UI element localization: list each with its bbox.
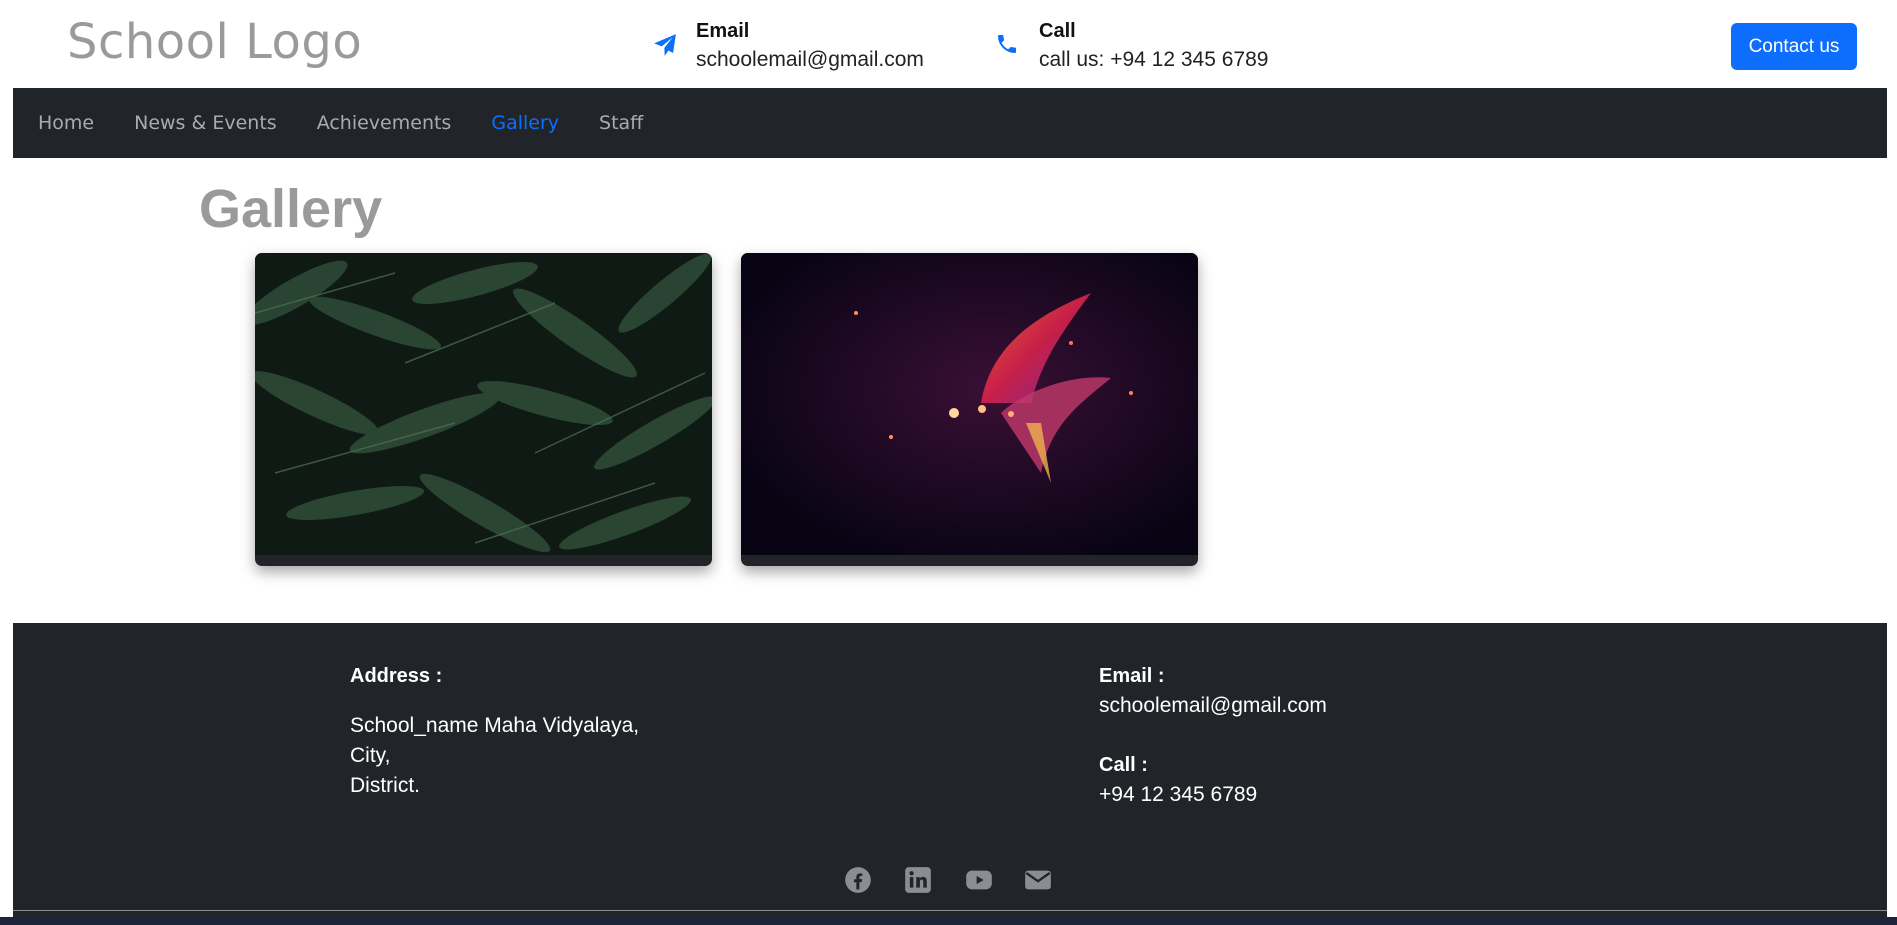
nav-item-gallery[interactable]: Gallery xyxy=(491,112,559,134)
header-email-block: Email schoolemail@gmail.com xyxy=(652,18,924,76)
header-email-title: Email xyxy=(696,20,750,42)
gallery-card-ferns[interactable] xyxy=(255,253,712,566)
header-call-block: Call call us: +94 12 345 6789 xyxy=(995,18,1268,76)
school-logo[interactable]: School Logo xyxy=(67,14,362,70)
site-footer: Address : School_name Maha Vidyalaya, Ci… xyxy=(13,623,1887,925)
footer-call-value: +94 12 345 6789 xyxy=(1099,783,1258,806)
facebook-icon[interactable] xyxy=(844,866,872,894)
social-links xyxy=(844,866,1052,894)
footer-address-label: Address : xyxy=(350,665,443,687)
nav-item-news-events[interactable]: News & Events xyxy=(134,112,277,134)
footer-email-label: Email : xyxy=(1099,665,1165,687)
footer-address-line3: District. xyxy=(350,774,420,797)
footer-divider xyxy=(13,910,1887,911)
gallery-card-abstract[interactable] xyxy=(741,253,1198,566)
header-call-title: Call xyxy=(1039,20,1076,42)
nav-item-achievements[interactable]: Achievements xyxy=(317,112,452,134)
youtube-icon[interactable] xyxy=(964,866,992,894)
linkedin-icon[interactable] xyxy=(904,866,932,894)
top-header: School Logo Email schoolemail@gmail.com … xyxy=(0,0,1897,88)
nav-item-home[interactable]: Home xyxy=(38,112,94,134)
footer-address-line2: City, xyxy=(350,744,391,767)
footer-email-value: schoolemail@gmail.com xyxy=(1099,694,1327,717)
header-call-value: call us: +94 12 345 6789 xyxy=(1039,48,1269,71)
nav-item-staff[interactable]: Staff xyxy=(599,112,643,134)
page-title: Gallery xyxy=(199,179,383,239)
envelope-icon[interactable] xyxy=(1024,866,1052,894)
bottom-edge-strip xyxy=(0,917,1897,925)
footer-call-label: Call : xyxy=(1099,754,1148,776)
header-email-value: schoolemail@gmail.com xyxy=(696,48,924,71)
paper-plane-icon xyxy=(652,32,682,62)
phone-icon xyxy=(995,32,1025,62)
main-navbar: Home News & Events Achievements Gallery … xyxy=(13,88,1887,158)
gallery-image-abstract xyxy=(741,253,1198,555)
gallery-image-ferns xyxy=(255,253,712,555)
contact-us-button[interactable]: Contact us xyxy=(1731,23,1857,70)
footer-address-line1: School_name Maha Vidyalaya, xyxy=(350,714,640,737)
